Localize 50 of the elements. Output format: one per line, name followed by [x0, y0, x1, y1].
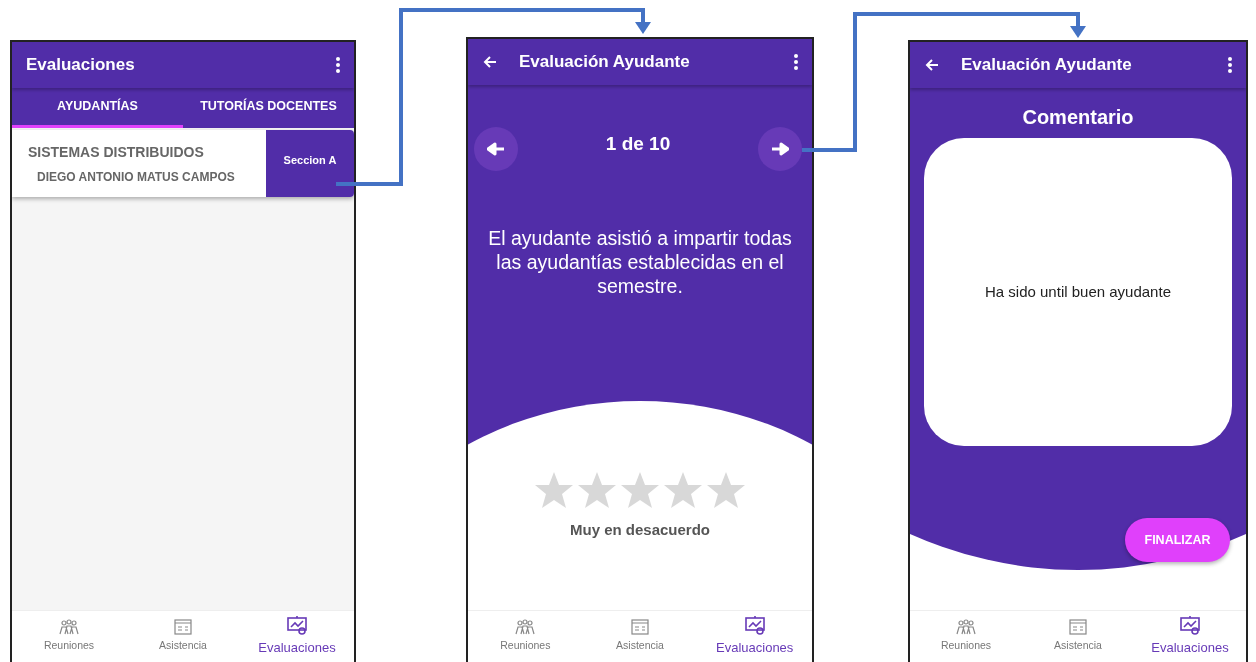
question-text: El ayudante asistió a impartir todas las ayudantías establecidas en el semestre.: [487, 227, 793, 299]
star-icon: [663, 471, 703, 509]
screen-title: Evaluaciones: [26, 54, 136, 77]
menu-icon: [794, 54, 798, 70]
nav-tab[interactable]: Reuniones: [468, 611, 583, 662]
calendar-icon: [1069, 619, 1087, 636]
right-arrow-icon: [771, 142, 789, 156]
comment-field[interactable]: Ha sido until buen ayudante: [924, 138, 1232, 446]
star-icon: [620, 471, 660, 509]
question-counter: 1 de 10: [605, 131, 671, 156]
people-icon: [59, 619, 79, 636]
course-card[interactable]: SISTEMAS DISTRIBUIDOS DIEGO ANTONIO MATUS CAMPOS Seccion A: [12, 130, 354, 197]
nav-tab[interactable]: Asistencia: [582, 611, 698, 662]
back-button[interactable]: [924, 58, 939, 72]
people-icon: [956, 619, 976, 636]
star-icon: [577, 471, 617, 509]
menu-button[interactable]: [336, 57, 340, 73]
back-button[interactable]: [482, 55, 497, 69]
people-icon: [515, 619, 536, 636]
calendar-icon: [631, 619, 649, 636]
section-label: Seccion A: [266, 130, 354, 197]
rating-label: Muy en desacuerdo: [569, 520, 710, 540]
nav-tab[interactable]: Evaluaciones: [240, 611, 354, 662]
chart-board-icon: [743, 615, 766, 636]
nav-tab[interactable]: Asistencia: [126, 611, 240, 662]
nav-tab[interactable]: Reuniones: [910, 611, 1022, 662]
calendar-icon: [174, 619, 192, 636]
nav-tab[interactable]: Evaluaciones: [1134, 611, 1246, 662]
left-arrow-icon: [487, 142, 505, 156]
menu-button[interactable]: [794, 54, 798, 70]
nav-tab[interactable]: Reuniones: [12, 611, 126, 662]
screen-title: Evaluación Ayudante: [518, 51, 691, 74]
teacher-name: DIEGO ANTONIO MATUS CAMPOS: [36, 169, 236, 186]
chart-board-icon: [1179, 615, 1201, 636]
previous-button[interactable]: [474, 127, 518, 171]
nav-tab[interactable]: Asistencia: [1022, 611, 1134, 662]
menu-button[interactable]: [1228, 57, 1232, 73]
menu-icon: [1228, 57, 1232, 73]
course-name: SISTEMAS DISTRIBUIDOS: [28, 143, 205, 162]
nav-tab[interactable]: Evaluaciones: [697, 611, 812, 662]
comment-heading: Comentario: [1022, 105, 1134, 130]
back-arrow-icon: [482, 55, 497, 69]
star-icon: [706, 471, 746, 509]
back-arrow-icon: [924, 58, 939, 72]
screen-title: Evaluación Ayudante: [960, 54, 1133, 77]
menu-icon: [336, 57, 340, 73]
star-icon: [534, 471, 574, 509]
tab[interactable]: TUTORÍAS DOCENTES: [183, 88, 354, 128]
chart-board-icon: [286, 615, 308, 636]
next-button[interactable]: [758, 127, 802, 171]
